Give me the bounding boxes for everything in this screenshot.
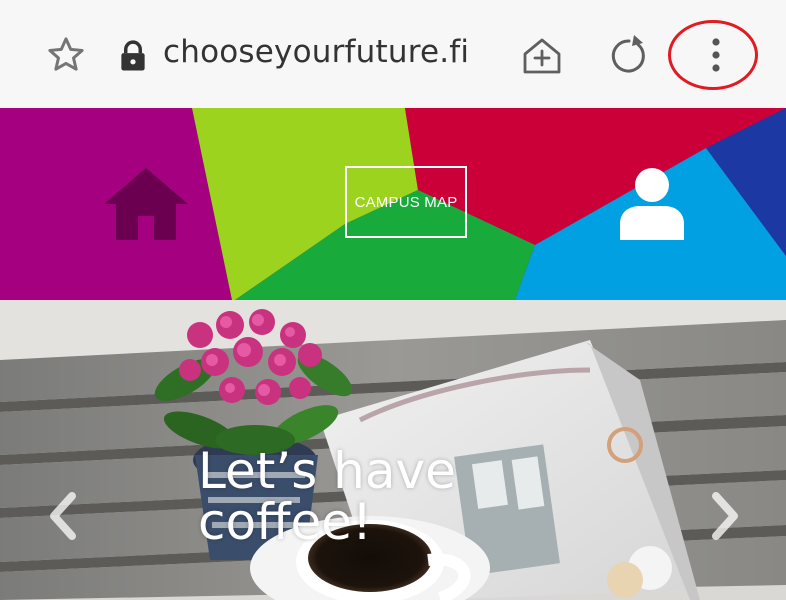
reload-icon[interactable] <box>608 33 650 77</box>
hero-title-line-2: coffee! <box>198 493 373 551</box>
campus-map-button[interactable]: CAMPUS MAP <box>345 166 467 238</box>
star-outline-icon[interactable] <box>45 34 87 76</box>
chevron-right-icon[interactable] <box>706 486 746 546</box>
browser-toolbar: chooseyourfuture.fi <box>0 0 786 108</box>
chevron-left-icon[interactable] <box>42 486 82 546</box>
hero-title-line-1: Let’s have <box>198 442 456 500</box>
home-icon[interactable] <box>100 164 192 244</box>
add-to-home-icon[interactable] <box>521 36 563 76</box>
hero-carousel: Let’s have coffee! <box>0 300 786 600</box>
site-header: CAMPUS MAP <box>0 108 786 300</box>
user-icon[interactable] <box>614 164 690 244</box>
menu-highlight-circle <box>668 20 758 90</box>
hero-title: Let’s have coffee! <box>198 446 578 548</box>
lock-icon <box>121 40 145 71</box>
address-bar-url[interactable]: chooseyourfuture.fi <box>163 34 469 70</box>
